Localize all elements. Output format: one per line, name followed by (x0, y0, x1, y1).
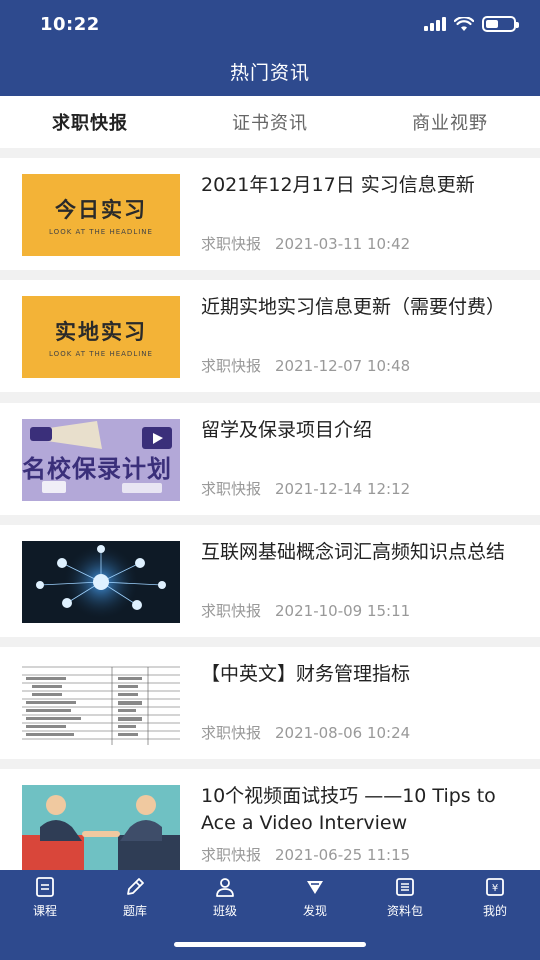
status-icons (424, 16, 519, 32)
thumbnail-text: 名校保录计划 (22, 455, 172, 483)
page-title: 热门资讯 (229, 62, 310, 84)
tab-business-vision[interactable]: 商业视野 (360, 96, 540, 148)
list-item[interactable]: 互联网基础概念词汇高频知识点总结 求职快报 2021-10-09 15:11 (0, 525, 540, 637)
wallet-icon: ¥ (486, 877, 504, 896)
article-meta: 求职快报 2021-08-06 10:24 (201, 722, 410, 743)
pencil-icon (127, 877, 144, 895)
nav-question-bank[interactable]: 题库 (90, 870, 180, 924)
article-title: 【中英文】财务管理指标 (201, 663, 411, 685)
thumbnail-text: 今日实习 (55, 198, 147, 222)
list-item[interactable]: 【中英文】财务管理指标 求职快报 2021-08-06 10:24 (0, 647, 540, 759)
app-header: 10:22 热门资讯 (0, 0, 540, 96)
nav-class[interactable]: 班级 (180, 870, 270, 924)
article-date: 2021-12-07 10:48 (275, 357, 411, 375)
article-meta: 求职快报 2021-12-14 12:12 (201, 478, 410, 499)
home-indicator[interactable] (174, 942, 366, 947)
thumbnail-subtext: LOOK AT THE HEADLINE (49, 350, 153, 358)
article-category: 求职快报 (201, 724, 262, 742)
article-thumbnail: 实地实习 LOOK AT THE HEADLINE (22, 296, 180, 378)
spreadsheet-illustration (22, 666, 180, 745)
article-title: 近期实地实习信息更新（需要付费） (201, 296, 506, 318)
nav-label: 发现 (302, 903, 327, 918)
article-thumbnail: 今日实习 LOOK AT THE HEADLINE (22, 174, 180, 256)
tab-job-news[interactable]: 求职快报 (0, 96, 180, 148)
list-item[interactable]: 实地实习 LOOK AT THE HEADLINE 近期实地实习信息更新（需要付… (0, 280, 540, 392)
article-thumbnail (22, 785, 180, 870)
article-title: 10个视频面试技巧 ——10 Tips to Ace a Video Inter… (201, 785, 496, 834)
network-illustration (36, 544, 166, 620)
course-icon (36, 876, 54, 897)
nav-label: 题库 (122, 903, 147, 918)
article-meta: 求职快报 2021-10-09 15:11 (201, 600, 410, 621)
list-item[interactable]: 今日实习 LOOK AT THE HEADLINE 2021年12月17日 实习… (0, 158, 540, 270)
article-date: 2021-06-25 11:15 (275, 846, 411, 864)
article-category: 求职快报 (201, 480, 262, 498)
nav-materials[interactable]: 资料包 (360, 870, 450, 924)
nav-label: 班级 (212, 903, 237, 918)
thumbnail-text: 实地实习 (55, 320, 147, 344)
article-thumbnail (22, 663, 180, 745)
list-icon (396, 877, 414, 896)
nav-mine[interactable]: ¥ 我的 (450, 870, 540, 924)
article-meta: 求职快报 2021-03-11 10:42 (201, 233, 410, 254)
article-date: 2021-12-14 12:12 (275, 480, 411, 498)
nav-discover[interactable]: 发现 (270, 870, 360, 924)
article-title: 2021年12月17日 实习信息更新 (201, 174, 475, 196)
battery-icon (482, 16, 519, 32)
article-date: 2021-03-11 10:42 (275, 235, 411, 253)
wifi-icon (454, 16, 474, 31)
nav-label: 我的 (482, 903, 507, 918)
person-icon (216, 877, 234, 897)
article-category: 求职快报 (201, 357, 262, 375)
article-date: 2021-08-06 10:24 (275, 724, 411, 742)
bottom-nav: 课程 题库 班级 发现 资料包 ¥ 我的 (0, 870, 540, 924)
thumbnail-subtext: LOOK AT THE HEADLINE (49, 228, 153, 236)
nav-course[interactable]: 课程 (0, 870, 90, 924)
category-tabs: 求职快报 证书资讯 商业视野 (0, 96, 540, 148)
article-category: 求职快报 (201, 235, 262, 253)
article-category: 求职快报 (201, 846, 262, 864)
status-time: 10:22 (40, 14, 100, 35)
list-item[interactable]: 名校保录计划 留学及保录项目介绍 求职快报 2021-12-14 12:12 (0, 403, 540, 515)
tab-certificate-news[interactable]: 证书资讯 (180, 96, 360, 148)
list-item[interactable]: 10个视频面试技巧 ——10 Tips to Ace a Video Inter… (0, 769, 540, 870)
article-meta: 求职快报 2021-12-07 10:48 (201, 355, 410, 376)
article-title: 留学及保录项目介绍 (201, 419, 373, 441)
article-thumbnail: 名校保录计划 (22, 419, 180, 501)
discover-icon (307, 880, 323, 894)
video-interview-illustration (22, 795, 180, 870)
article-date: 2021-10-09 15:11 (275, 602, 411, 620)
article-category: 求职快报 (201, 602, 262, 620)
signal-icon (424, 17, 446, 31)
article-thumbnail (22, 541, 180, 623)
svg-text:¥: ¥ (492, 883, 498, 894)
article-meta: 求职快报 2021-06-25 11:15 (201, 844, 410, 865)
article-title: 互联网基础概念词汇高频知识点总结 (201, 541, 506, 563)
nav-label: 课程 (32, 903, 57, 918)
nav-label: 资料包 (386, 903, 423, 918)
